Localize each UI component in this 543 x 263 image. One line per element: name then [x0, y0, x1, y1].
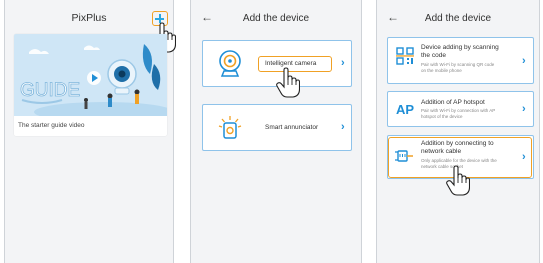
camera-icon	[219, 50, 241, 77]
device-label: Smart annunciator	[265, 124, 319, 131]
add-device-screen: ← Add the device Intelligent camera › Sm…	[190, 0, 362, 263]
option-title-line2: the code	[421, 52, 446, 59]
option-description-line2: hotspot of the device	[421, 113, 463, 119]
add-method-header: ← Add the device	[377, 0, 539, 38]
option-title: Device adding by scanning	[421, 44, 499, 51]
option-title: Addition of AP hotspot	[421, 99, 485, 106]
home-header: PixPlus	[5, 0, 173, 38]
guide-video-card[interactable]: GUIDE The starter guide video	[14, 34, 167, 136]
chevron-right-icon: ›	[522, 55, 526, 67]
annunciator-icon	[218, 116, 242, 139]
add-method-screen: ← Add the device Device adding by scanni…	[376, 0, 540, 263]
guide-art-text: GUIDE	[20, 80, 80, 101]
device-item-smart-annunciator[interactable]: Smart annunciator ›	[202, 104, 352, 151]
home-screen: PixPlus GUIDE The starter guide video	[4, 0, 176, 263]
page-title: Add the device	[242, 13, 310, 24]
guide-caption: The starter guide video	[18, 122, 85, 129]
page-title: Add the device	[424, 13, 492, 24]
pointer-hand-icon	[446, 165, 470, 196]
add-device-header: ← Add the device	[191, 0, 361, 38]
device-label: Intelligent camera	[265, 60, 317, 67]
option-scan-code[interactable]: Device adding by scanning the code Pair …	[387, 37, 534, 84]
guide-illustration: GUIDE	[14, 34, 167, 116]
chevron-right-icon: ›	[341, 57, 345, 69]
pointer-hand-icon	[276, 67, 300, 98]
ap-hotspot-icon: AP	[396, 102, 415, 117]
chevron-right-icon: ›	[522, 103, 526, 115]
chevron-right-icon: ›	[341, 121, 345, 133]
option-description-line2: on the mobile phone	[421, 67, 462, 73]
option-ap-hotspot[interactable]: AP Addition of AP hotspot Pair with Wi-F…	[387, 91, 534, 127]
qr-code-icon	[396, 47, 414, 65]
app-title: PixPlus	[71, 12, 107, 24]
